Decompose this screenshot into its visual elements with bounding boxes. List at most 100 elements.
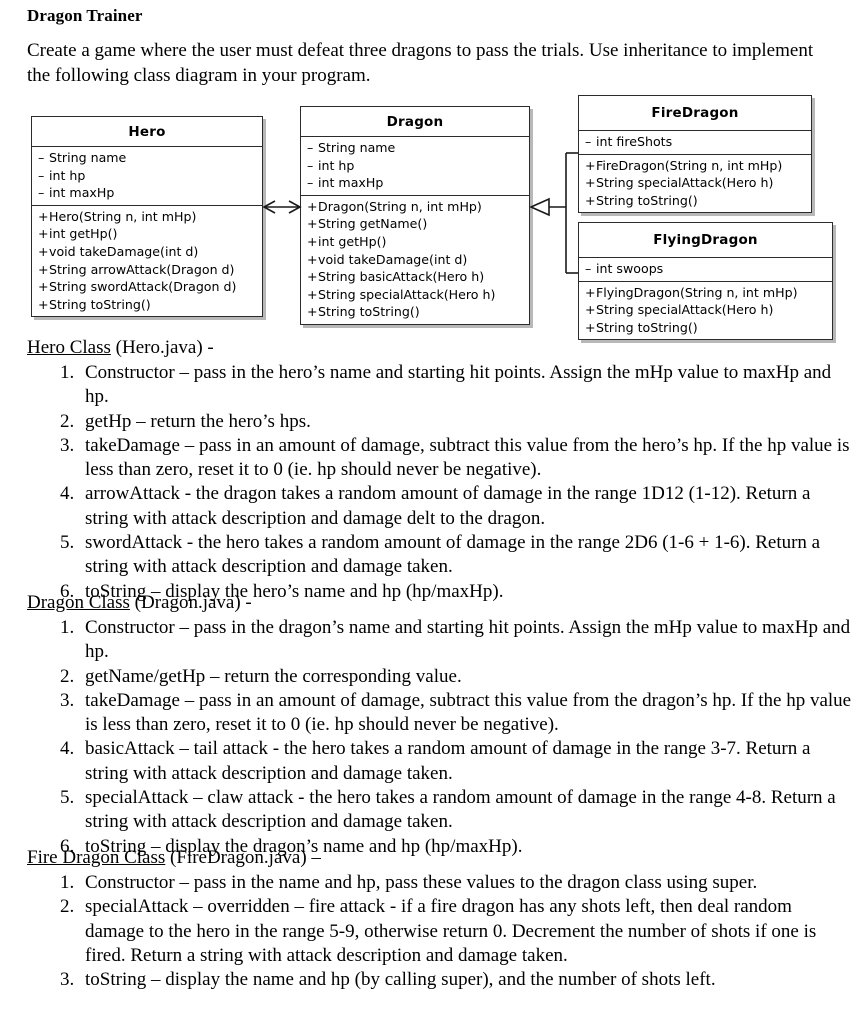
uml-method: +FireDragon(String n, int mHp) — [579, 157, 811, 175]
uml-attributes-firedragon: – int fireShots — [579, 131, 811, 155]
uml-methods-firedragon: +FireDragon(String n, int mHp) +String s… — [579, 155, 811, 213]
visibility-marker: + — [307, 269, 318, 285]
uml-method: +String specialAttack(Hero h) — [301, 286, 529, 304]
uml-method: +Dragon(String n, int mHp) — [301, 198, 529, 216]
member-text: int hp — [318, 157, 355, 173]
uml-attribute: – int swoops — [579, 260, 832, 278]
requirements-list: Constructor – pass in the dragon’s name … — [27, 616, 854, 859]
uml-method: +String toString() — [32, 296, 262, 314]
list-item: toString – display the name and hp (by c… — [79, 968, 854, 992]
list-item: specialAttack – overridden – fire attack… — [79, 895, 854, 968]
member-text: int swoops — [596, 261, 664, 276]
uml-method: +String basicAttack(Hero h) — [301, 268, 529, 286]
visibility-marker: + — [307, 286, 318, 302]
visibility-marker: + — [38, 296, 49, 312]
section-class-name: Hero Class — [27, 337, 111, 358]
list-item: takeDamage – pass in an amount of damage… — [79, 434, 854, 483]
visibility-marker: – — [38, 150, 45, 165]
visibility-marker: + — [38, 208, 49, 224]
list-item: getName/getHp – return the corresponding… — [79, 665, 854, 689]
uml-class-hero: Hero – String name – int hp – int maxHp +He… — [31, 116, 263, 318]
page-title: Dragon Trainer — [27, 6, 143, 25]
member-text: int getHp() — [318, 233, 387, 249]
section-heading: Hero Class (Hero.java) - — [27, 336, 827, 360]
visibility-marker: + — [307, 198, 318, 214]
visibility-marker: + — [307, 233, 318, 249]
uml-method: +int getHp() — [301, 233, 529, 251]
visibility-marker: + — [585, 157, 596, 173]
uml-attribute: – int hp — [32, 167, 262, 185]
section-heading: Dragon Class (Dragon.java) - — [27, 591, 827, 615]
uml-attribute: – int maxHp — [32, 184, 262, 202]
member-text: FireDragon(String n, int mHp) — [596, 157, 783, 173]
uml-methods-hero: +Hero(String n, int mHp) +int getHp() +v… — [32, 206, 262, 317]
member-text: String arrowAttack(Dragon d) — [49, 261, 235, 277]
visibility-marker: – — [585, 134, 592, 149]
uml-method: +String toString() — [579, 192, 811, 210]
uml-methods-flyingdragon: +FlyingDragon(String n, int mHp) +String… — [579, 282, 832, 340]
section-heading: Fire Dragon Class (FireDragon.java) – — [27, 846, 827, 870]
uml-attribute: – String name — [301, 139, 529, 157]
list-item: arrowAttack - the dragon takes a random … — [79, 482, 854, 531]
uml-class-title-dragon: Dragon — [301, 107, 529, 137]
visibility-marker: + — [307, 216, 318, 232]
section-file-name: (Hero.java) - — [110, 337, 214, 358]
member-text: Dragon(String n, int mHp) — [318, 198, 482, 214]
list-item: getHp – return the hero’s hps. — [79, 410, 854, 434]
uml-class-title-firedragon: FireDragon — [579, 96, 811, 131]
visibility-marker: – — [38, 185, 45, 201]
uml-method: +String specialAttack(Hero h) — [579, 301, 832, 319]
section-file-name: (Dragon.java) - — [129, 592, 252, 613]
list-item: basicAttack – tail attack - the hero tak… — [79, 737, 854, 786]
visibility-marker: + — [585, 284, 596, 300]
visibility-marker: + — [585, 302, 596, 318]
uml-class-firedragon: FireDragon – int fireShots +FireDragon(St… — [578, 95, 812, 214]
section-class-name: Fire Dragon Class — [27, 847, 166, 868]
member-text: String specialAttack(Hero h) — [596, 302, 774, 318]
uml-method: +Hero(String n, int mHp) — [32, 208, 262, 226]
member-text: FlyingDragon(String n, int mHp) — [596, 284, 798, 300]
member-text: int getHp() — [49, 226, 118, 242]
uml-method: +String toString() — [579, 319, 832, 337]
member-text: String toString() — [596, 192, 698, 208]
member-text: String name — [49, 150, 127, 165]
uml-method: +String arrowAttack(Dragon d) — [32, 261, 262, 279]
intro-paragraph: Create a game where the user must defeat… — [27, 40, 814, 86]
requirements-list: Constructor – pass in the name and hp, p… — [27, 871, 854, 992]
member-text: String specialAttack(Hero h) — [596, 175, 774, 191]
list-item: Constructor – pass in the name and hp, p… — [79, 871, 854, 895]
uml-class-title-hero: Hero — [32, 117, 262, 147]
list-item: Constructor – pass in the dragon’s name … — [79, 616, 854, 665]
member-text: String toString() — [49, 296, 151, 312]
uml-attribute: – int hp — [301, 157, 529, 175]
visibility-marker: – — [38, 167, 45, 183]
section-file-name: (FireDragon.java) – — [165, 847, 321, 868]
visibility-marker: + — [307, 304, 318, 320]
visibility-marker: + — [307, 251, 318, 267]
requirements-list: Constructor – pass in the hero’s name an… — [27, 361, 854, 604]
member-text: String basicAttack(Hero h) — [318, 269, 485, 285]
visibility-marker: + — [38, 279, 49, 295]
visibility-marker: + — [585, 192, 596, 208]
uml-class-title-flyingdragon: FlyingDragon — [579, 223, 832, 258]
member-text: void takeDamage(int d) — [318, 251, 468, 267]
member-text: String swordAttack(Dragon d) — [49, 279, 237, 295]
member-text: int hp — [49, 167, 86, 183]
uml-attributes-flyingdragon: – int swoops — [579, 258, 832, 282]
visibility-marker: – — [307, 157, 314, 173]
member-text: String name — [318, 140, 396, 155]
member-text: String specialAttack(Hero h) — [318, 286, 496, 302]
member-text: String toString() — [318, 304, 420, 320]
list-item: specialAttack – claw attack - the hero t… — [79, 786, 854, 835]
uml-attributes-hero: – String name – int hp – int maxHp — [32, 147, 262, 206]
member-text: int fireShots — [596, 134, 673, 149]
list-item: swordAttack - the hero takes a random am… — [79, 531, 854, 580]
visibility-marker: – — [307, 175, 314, 191]
visibility-marker: – — [585, 261, 592, 276]
uml-class-dragon: Dragon – String name – int hp – int maxHp +… — [300, 106, 530, 325]
visibility-marker: – — [307, 140, 314, 155]
uml-method: +FlyingDragon(String n, int mHp) — [579, 284, 832, 302]
visibility-marker: + — [38, 226, 49, 242]
member-text: void takeDamage(int d) — [49, 243, 199, 259]
uml-method: +void takeDamage(int d) — [32, 243, 262, 261]
